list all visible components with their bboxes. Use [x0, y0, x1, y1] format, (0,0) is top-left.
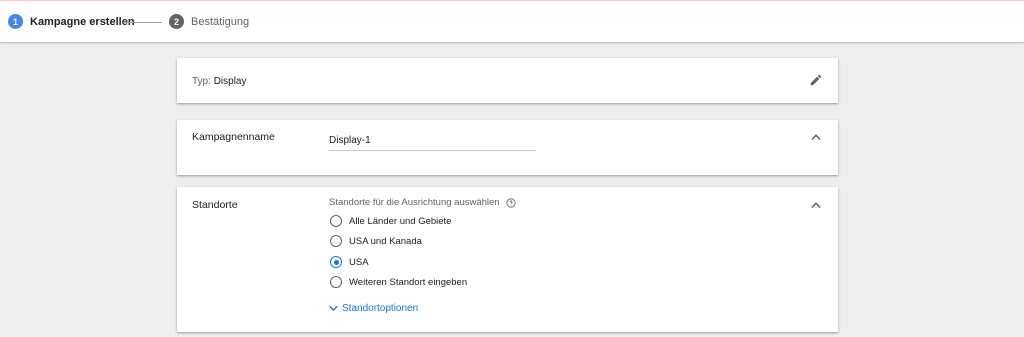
radio-label: Weiteren Standort eingeben — [349, 276, 468, 288]
campaign-type-prefix: Typ: — [192, 76, 214, 87]
chevron-up-icon[interactable] — [811, 133, 821, 141]
radio-button[interactable] — [330, 215, 342, 227]
radio-button[interactable] — [330, 276, 342, 288]
step-label: Kampagne erstellen — [30, 15, 135, 28]
radio-label: USA — [349, 256, 369, 268]
campaign-type-card: Typ: Display — [177, 58, 838, 103]
chevron-up-icon[interactable] — [811, 201, 821, 209]
radio-button[interactable] — [330, 235, 342, 247]
location-option-us[interactable]: USA — [330, 256, 369, 268]
locations-card: Standorte Standorte für die Ausrichtung … — [177, 187, 838, 332]
radio-label: USA und Kanada — [349, 235, 422, 247]
pencil-icon[interactable] — [809, 73, 823, 87]
location-options-label: Standortoptionen — [342, 303, 419, 314]
location-option-us-canada[interactable]: USA und Kanada — [330, 235, 422, 247]
campaign-type-value: Display — [213, 76, 247, 87]
step-number: 1 — [8, 14, 23, 29]
campaign-name-card: Kampagnenname — [177, 120, 838, 175]
location-option-all[interactable]: Alle Länder und Gebiete — [330, 215, 451, 227]
step-campaign-create[interactable]: 1 Kampagne erstellen — [8, 14, 135, 29]
location-options-link[interactable]: Standortoptionen — [329, 303, 418, 314]
campaign-name-title: Kampagnenname — [192, 131, 275, 143]
stepper-bar: 1 Kampagne erstellen 2 Bestätigung — [0, 0, 1024, 42]
radio-label: Alle Länder und Gebiete — [349, 215, 452, 227]
help-circle-icon[interactable] — [506, 197, 516, 208]
step-connector — [123, 22, 162, 23]
locations-hint-text: Standorte für die Ausrichtung auswählen — [329, 197, 500, 208]
locations-hint: Standorte für die Ausrichtung auswählen — [329, 197, 516, 208]
radio-button-selected[interactable] — [330, 256, 342, 268]
campaign-type-text: Typ: Display — [192, 76, 246, 87]
location-option-other[interactable]: Weiteren Standort eingeben — [330, 276, 467, 288]
chevron-down-icon — [329, 305, 338, 311]
step-number: 2 — [169, 14, 184, 29]
step-confirmation[interactable]: 2 Bestätigung — [169, 14, 249, 29]
locations-title: Standorte — [192, 199, 238, 211]
step-label: Bestätigung — [191, 15, 250, 28]
campaign-name-input[interactable] — [329, 131, 536, 151]
